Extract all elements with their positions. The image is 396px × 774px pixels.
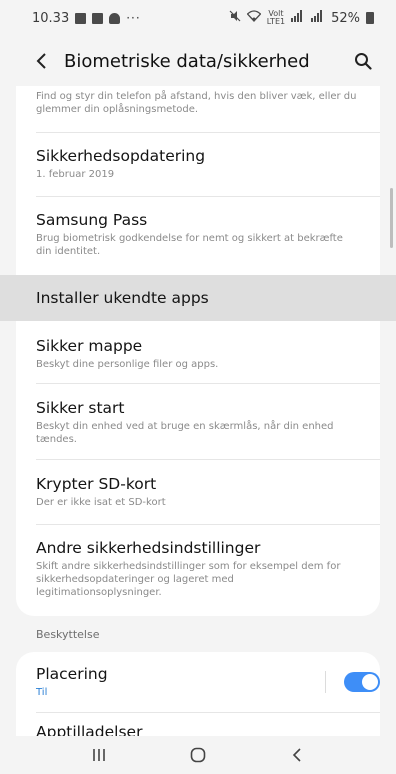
list-item-find-my-mobile[interactable]: Find og styr din telefon på afstand, hvi… (16, 90, 380, 116)
more-notifications-icon: ··· (126, 11, 141, 25)
location-toggle-wrap (325, 671, 380, 693)
list-item-secure-startup[interactable]: Sikker start Beskyt din enhed ved at bru… (16, 398, 380, 446)
divider (36, 383, 380, 384)
page-title: Biometriske data/sikkerhed (64, 50, 310, 72)
location-toggle[interactable] (344, 672, 380, 692)
battery-icon (366, 12, 374, 24)
encrypt-sd-card-title: Krypter SD-kort (36, 475, 157, 493)
network-label-bottom: LTE1 (266, 17, 286, 26)
app-permissions-title: Apptilladelser (36, 723, 143, 736)
location-title: Placering (36, 665, 108, 683)
mute-icon (229, 10, 241, 26)
status-left: 10.33 ··· (32, 11, 141, 26)
status-time: 10.33 (32, 10, 70, 26)
security-update-subtitle: 1. februar 2019 (36, 169, 115, 180)
encrypt-sd-card-subtitle: Der er ikke isat et SD-kort (36, 497, 166, 508)
samsung-pass-subtitle: Brug biometrisk godkendelse for nemt og … (36, 233, 343, 257)
home-icon (190, 747, 206, 763)
secure-folder-title: Sikker mappe (36, 337, 143, 355)
list-item-samsung-pass[interactable]: Samsung Pass Brug biometrisk godkendelse… (16, 210, 380, 258)
back-button[interactable] (30, 46, 52, 76)
list-item-security-update[interactable]: Sikkerhedsopdatering 1. februar 2019 (16, 146, 380, 181)
signal-icon (291, 10, 305, 26)
search-button[interactable] (348, 46, 378, 76)
security-update-title: Sikkerhedsopdatering (36, 147, 206, 165)
wifi-icon (246, 10, 262, 26)
divider (36, 196, 380, 197)
divider (36, 524, 380, 525)
divider (36, 712, 380, 713)
section-label-protection: Beskyttelse (36, 628, 100, 641)
list-item-secure-folder[interactable]: Sikker mappe Beskyt dine personlige file… (16, 336, 380, 371)
chevron-left-icon (36, 53, 46, 69)
network-type: Volt LTE1 (267, 10, 285, 26)
find-my-mobile-subtitle: Find og styr din telefon på afstand, hvi… (36, 91, 357, 115)
search-icon (355, 53, 372, 70)
other-security-settings-title: Andre sikkerhedsindstillinger (36, 539, 261, 557)
settings-list[interactable]: Find og styr din telefon på afstand, hvi… (0, 86, 396, 736)
message-notification-icon (92, 12, 104, 24)
signal-2-icon (311, 10, 325, 26)
secure-folder-subtitle: Beskyt dine personlige filer og apps. (36, 359, 219, 370)
secure-startup-subtitle: Beskyt din enhed ved at bruge en skærmlå… (36, 421, 334, 445)
settings-screen: 10.33 ··· Volt LTE1 52% Biometriske data… (0, 0, 396, 774)
samsung-pass-title: Samsung Pass (36, 211, 148, 229)
status-right: Volt LTE1 52% (229, 10, 374, 26)
battery-level: 52% (331, 10, 360, 26)
back-nav-button[interactable] (277, 740, 317, 770)
app-header: Biometriske data/sikkerhed (0, 36, 396, 86)
divider (36, 132, 380, 133)
list-item-other-security-settings[interactable]: Andre sikkerhedsindstillinger Skift andr… (16, 538, 380, 599)
toggle-separator (325, 671, 326, 693)
secure-startup-title: Sikker start (36, 399, 125, 417)
scrollbar[interactable] (390, 188, 393, 248)
divider (36, 459, 380, 460)
home-button[interactable] (178, 740, 218, 770)
list-item-encrypt-sd-card[interactable]: Krypter SD-kort Der er ikke isat et SD-k… (16, 474, 380, 509)
list-item-install-unknown-apps[interactable]: Installer ukendte apps (0, 275, 396, 321)
toggle-knob (362, 674, 378, 690)
gallery-notification-icon (75, 12, 87, 24)
app-notification-icon (109, 12, 121, 24)
list-item-app-permissions[interactable]: Apptilladelser (16, 722, 380, 736)
status-bar: 10.33 ··· Volt LTE1 52% (0, 0, 396, 36)
recents-icon (93, 749, 106, 761)
back-icon (292, 748, 301, 762)
other-security-settings-subtitle: Skift andre sikkerhedsindstillinger som … (36, 561, 341, 598)
location-status: Til (36, 687, 48, 698)
install-unknown-apps-title: Installer ukendte apps (36, 289, 209, 307)
recents-button[interactable] (79, 740, 119, 770)
navigation-bar (0, 736, 396, 774)
